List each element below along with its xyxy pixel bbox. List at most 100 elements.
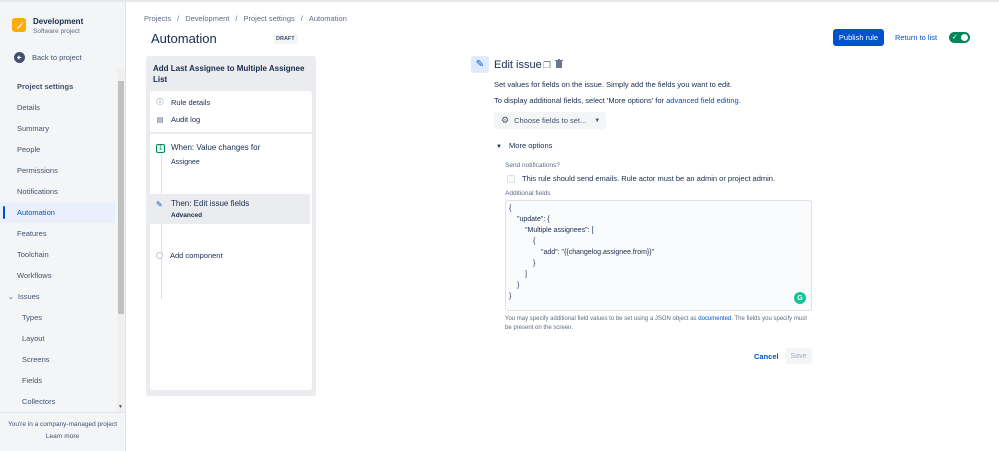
trash-icon[interactable] (555, 59, 563, 70)
breadcrumb-project-settings[interactable]: Project settings (243, 14, 294, 23)
chevron-down-icon: ▼ (496, 144, 502, 150)
additional-fields-label: Additional fields (505, 190, 551, 197)
nav-item-types[interactable]: Types (0, 307, 115, 328)
choose-fields-dropdown[interactable]: ⚙ Choose fields to set... ▼ (494, 112, 606, 129)
code-line: { (509, 205, 512, 212)
action-component[interactable]: ✎ Then: Edit issue fields Advanced (150, 194, 310, 224)
edit-issue-title: Edit issue (494, 59, 542, 71)
nav-item-layout[interactable]: Layout (0, 328, 115, 349)
trigger-icon: ↧ (156, 144, 165, 153)
publish-rule-button[interactable]: Publish rule (833, 29, 884, 46)
breadcrumb-projects[interactable]: Projects (144, 14, 171, 23)
audit-log-label: Audit log (171, 115, 201, 124)
advanced-field-editing-link[interactable]: advanced field editing. (666, 96, 741, 105)
trigger-component[interactable]: ↧ When: Value changes for Assignee (156, 143, 260, 166)
return-to-list-link[interactable]: Return to list (895, 33, 937, 42)
draft-badge: DRAFT (273, 34, 298, 44)
toggle-knob (961, 34, 968, 41)
nav-item-automation[interactable]: Automation (0, 202, 115, 223)
nav-item-fields[interactable]: Fields (0, 370, 115, 391)
rule-details-link[interactable]: ⓘ Rule details (156, 97, 211, 107)
scroll-down-icon[interactable]: ▼ (118, 404, 123, 410)
settings-nav: Details Summary People Permissions Notif… (0, 97, 115, 412)
breadcrumb-automation[interactable]: Automation (309, 14, 347, 23)
documented-link[interactable]: documented (698, 316, 731, 322)
send-notifications-checkbox[interactable] (507, 174, 515, 183)
sidebar-footer: You're in a company-managed project Lear… (0, 412, 125, 440)
flow-connector (161, 151, 162, 299)
page-title: Automation (151, 31, 217, 46)
nav-item-notifications[interactable]: Notifications (0, 181, 115, 202)
code-line: } (509, 293, 512, 300)
learn-more-link[interactable]: Learn more (0, 433, 125, 440)
edit-issue-description: Set values for fields on the issue. Simp… (494, 80, 733, 89)
rule-panel: Add Last Assignee to Multiple Assignee L… (146, 56, 316, 396)
nav-item-people[interactable]: People (0, 139, 115, 160)
more-options-label: More options (509, 141, 553, 150)
add-component-label: Add component (170, 251, 223, 260)
code-line: } (533, 260, 536, 267)
nav-heading: Project settings (17, 82, 74, 91)
grammarly-icon[interactable]: G (794, 292, 806, 304)
trigger-title: When: Value changes for (171, 143, 261, 152)
project-type: Software project (33, 28, 80, 35)
send-notifications-label: Send notifications? (505, 162, 560, 169)
nav-item-toolchain[interactable]: Toolchain (0, 244, 115, 265)
audit-log-link[interactable]: ▤ Audit log (156, 115, 201, 124)
json-help-prefix: You may specify additional field values … (505, 316, 697, 322)
back-to-project-link[interactable]: Back to project (14, 52, 82, 63)
document-icon: ▤ (156, 116, 164, 124)
nav-item-details[interactable]: Details (0, 97, 115, 118)
code-line: "update": { (517, 216, 550, 223)
send-notifications-row: This rule should send emails. Rule actor… (507, 174, 775, 183)
project-header[interactable]: Development Software project (12, 16, 83, 36)
pencil-icon: ✎ (156, 200, 163, 209)
nav-item-workflows[interactable]: Workflows (0, 265, 115, 286)
nav-item-permissions[interactable]: Permissions (0, 160, 115, 181)
code-line: ] (525, 271, 527, 278)
code-line: } (517, 282, 520, 289)
copy-icon[interactable]: ❐ (543, 60, 551, 71)
code-line: { (533, 238, 536, 245)
nav-item-collectors[interactable]: Collectors (0, 391, 115, 412)
rule-details-label: Rule details (171, 97, 211, 107)
json-help-text: You may specify additional field values … (505, 315, 815, 333)
additional-fields-hint: To display additional fields, select 'Mo… (494, 96, 741, 105)
save-button[interactable]: Save (785, 348, 812, 364)
trigger-subtitle: Assignee (171, 159, 200, 166)
nav-item-features[interactable]: Features (0, 223, 115, 244)
nav-group-issues[interactable]: ⌄ Issues (0, 286, 115, 307)
chevron-down-icon: ▼ (594, 117, 601, 124)
rule-title[interactable]: Add Last Assignee to Multiple Assignee L… (153, 63, 313, 85)
project-name: Development (33, 17, 84, 26)
add-component-button[interactable]: Add component (156, 251, 223, 260)
rule-enabled-toggle[interactable]: ✓ (949, 32, 970, 43)
arrow-left-icon (14, 52, 25, 63)
add-circle-icon (156, 252, 163, 259)
sidebar: Development Software project Back to pro… (0, 2, 126, 451)
nav-group-issues-label: Issues (17, 292, 40, 301)
more-options-toggle[interactable]: ▼ More options (496, 141, 552, 150)
gear-icon: ⚙ (501, 115, 510, 125)
scrollbar-thumb[interactable] (118, 81, 124, 314)
choose-fields-label: Choose fields to set... (514, 116, 587, 125)
sidebar-scrollbar[interactable]: ▼ (117, 69, 125, 412)
nav-item-summary[interactable]: Summary (0, 118, 115, 139)
back-label: Back to project (32, 53, 82, 62)
additional-fields-editor[interactable]: { "update": { "Multiple assignees": [ { … (505, 200, 812, 311)
divider (150, 132, 312, 134)
check-icon: ✓ (952, 34, 958, 41)
nav-item-screens[interactable]: Screens (0, 349, 115, 370)
chevron-down-icon: ⌄ (8, 293, 14, 301)
project-icon (12, 18, 26, 32)
action-title: Then: Edit issue fields (171, 199, 250, 208)
rule-components: ⓘ Rule details ▤ Audit log ↧ When: Value… (150, 91, 312, 390)
code-line: "Multiple assignees": [ (525, 227, 594, 234)
cancel-button[interactable]: Cancel (754, 352, 779, 361)
company-managed-note: You're in a company-managed project (7, 421, 118, 428)
info-icon: ⓘ (156, 99, 164, 106)
breadcrumb-development[interactable]: Development (185, 14, 229, 23)
action-subtitle: Advanced (171, 212, 203, 219)
additional-fields-hint-text: To display additional fields, select 'Mo… (494, 96, 665, 105)
send-notifications-text: This rule should send emails. Rule actor… (522, 174, 776, 183)
